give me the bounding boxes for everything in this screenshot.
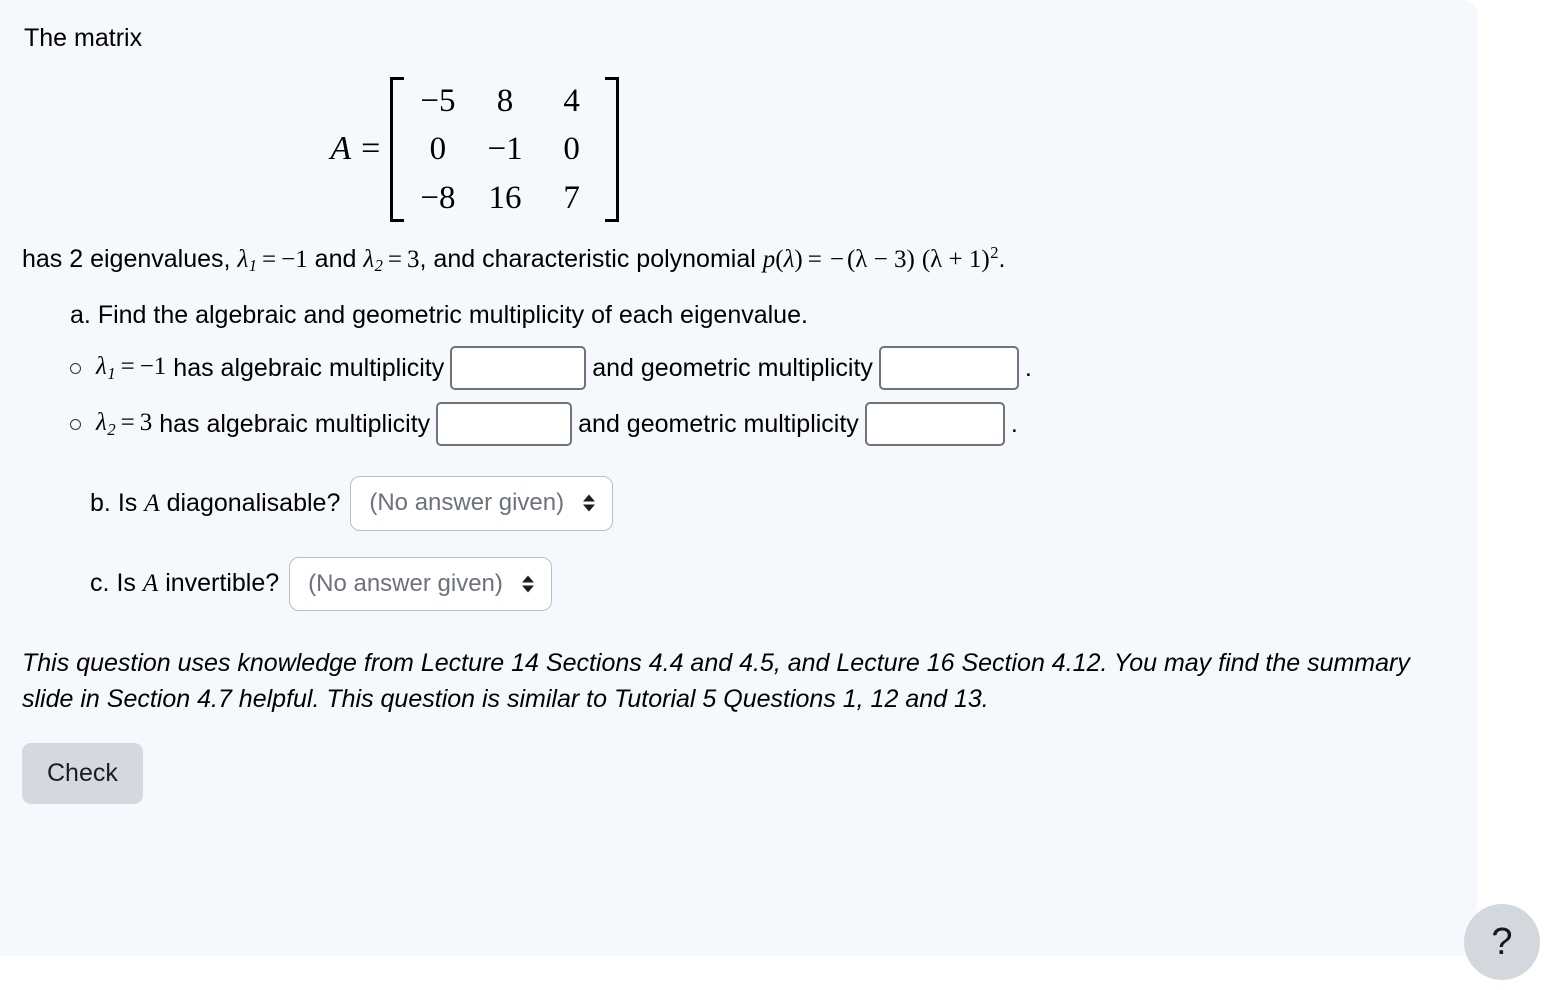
- bullet-1-text-algebraic: has algebraic multiplicity: [173, 353, 445, 382]
- part-b-matrix-symbol: A: [144, 489, 160, 517]
- bullet-1-equals: =: [120, 353, 135, 381]
- bullet-2-lambda-subscript: 2: [107, 419, 116, 439]
- poly-open-paren: (: [775, 245, 784, 273]
- bullet-1-lambda-subscript: 1: [107, 363, 116, 383]
- matrix-cell: −5: [420, 83, 456, 119]
- lambda1-symbol: λ: [237, 245, 249, 273]
- list-item: λ1 = −1 has algebraic multiplicity and geo…: [70, 346, 1447, 391]
- matrix-row: 0 −1 0: [404, 125, 604, 173]
- matrix-lhs-symbol: A: [330, 130, 352, 168]
- page-root: The matrix A = −5 8 4 0 −1 0 −8 16 7 has…: [0, 0, 1558, 990]
- matrix-equation: A = −5 8 4 0 −1 0 −8 16 7: [330, 77, 619, 222]
- bullet-2-value: 3: [139, 409, 153, 437]
- matrix-cell: 7: [563, 179, 580, 216]
- part-c-label: c.: [90, 569, 110, 598]
- matrix-right-bracket: [604, 77, 619, 222]
- matrix-cell: 0: [563, 131, 580, 168]
- eigen-text-part1: has 2 eigenvalues,: [22, 244, 238, 273]
- bullet-1-lambda: λ1 = −1: [96, 352, 166, 384]
- lambda2-subscript: 2: [374, 256, 383, 276]
- invertible-select[interactable]: (No answer given) Yes No: [289, 556, 553, 611]
- eigen-text-and: and: [307, 244, 364, 273]
- bullet-2-equals: =: [120, 409, 135, 437]
- lambda1-value: −1: [281, 245, 308, 273]
- lambda2-value: 3: [407, 245, 420, 273]
- part-c-question: c. Is A invertible? (No answer given) Ye…: [90, 556, 1447, 611]
- multiplicity-list: λ1 = −1 has algebraic multiplicity and geo…: [22, 346, 1447, 447]
- lambda1-subscript: 1: [248, 256, 258, 276]
- part-c-matrix-symbol: A: [142, 570, 159, 598]
- list-item: λ2 = 3 has algebraic multiplicity and geom…: [70, 402, 1447, 447]
- bullet-2-text-algebraic: has algebraic multiplicity: [159, 409, 431, 438]
- part-c-prefix: Is: [116, 569, 136, 598]
- invertible-select-wrapper: (No answer given) Yes No: [289, 556, 553, 611]
- geometric-multiplicity-input-lambda2[interactable]: [864, 402, 1005, 447]
- matrix-cell: 8: [496, 83, 514, 119]
- poly-lambda: λ: [783, 245, 795, 273]
- check-button[interactable]: Check: [22, 742, 143, 804]
- matrix-body: −5 8 4 0 −1 0 −8 16 7: [404, 77, 604, 222]
- matrix-row: −8 16 7: [404, 174, 604, 222]
- question-panel: The matrix A = −5 8 4 0 −1 0 −8 16 7 has…: [0, 0, 1477, 956]
- part-b-suffix: diagonalisable?: [166, 488, 341, 517]
- lambda2-equals: =: [387, 245, 403, 273]
- bullet-circle-icon: [70, 418, 81, 430]
- poly-p-symbol: p: [762, 245, 776, 273]
- part-b-question: b. Is A diagonalisable? (No answer given…: [90, 476, 1447, 531]
- matrix-cell: 16: [488, 179, 522, 216]
- intro-text: The matrix: [24, 24, 143, 52]
- geometric-multiplicity-input-lambda1[interactable]: [878, 346, 1019, 391]
- poly-minus: −: [829, 245, 844, 273]
- eigen-text-part2: , and characteristic polynomial: [419, 244, 763, 273]
- matrix-cell: −1: [487, 131, 523, 168]
- bullet-1-text-geometric: and geometric multiplicity: [592, 353, 873, 382]
- matrix-left-bracket: [390, 77, 405, 222]
- matrix-cell: −8: [420, 179, 456, 216]
- matrix-cell: 0: [429, 131, 447, 168]
- matrix-display: A = −5 8 4 0 −1 0 −8 16 7: [22, 77, 1447, 222]
- matrix-equals-sign: =: [361, 130, 381, 168]
- part-a-label: a.: [70, 301, 91, 330]
- algebraic-multiplicity-input-lambda1[interactable]: [450, 346, 587, 391]
- lambda1-expression: λ1 = −1: [237, 245, 308, 276]
- poly-equals: =: [807, 245, 822, 273]
- poly-factor-2: (λ + 1): [921, 245, 990, 273]
- diagonalisable-select-wrapper: (No answer given) Yes No: [350, 476, 614, 531]
- algebraic-multiplicity-input-lambda2[interactable]: [436, 402, 573, 447]
- lambda1-equals: =: [262, 245, 277, 273]
- part-a-question: a. Find the algebraic and geometric mult…: [70, 299, 1447, 332]
- diagonalisable-select[interactable]: (No answer given) Yes No: [350, 476, 614, 531]
- lambda2-expression: λ2 = 3: [363, 245, 420, 276]
- bullet-1-lambda-symbol: λ: [96, 353, 107, 381]
- help-button[interactable]: ?: [1464, 904, 1540, 980]
- bullet-2-trailing-period: .: [1010, 409, 1018, 438]
- bullet-2-lambda: λ2 = 3: [96, 408, 152, 440]
- part-b-label: b.: [90, 488, 111, 517]
- poly-factor-1: (λ − 3): [846, 245, 915, 273]
- part-b-prefix: Is: [117, 488, 138, 517]
- eigenvalue-sentence: has 2 eigenvalues, λ1 = −1 and λ2 = 3, and c…: [22, 242, 1447, 277]
- char-polynomial-expression: p(λ) = − (λ − 3) (λ + 1)2: [762, 243, 999, 273]
- lambda2-symbol: λ: [363, 245, 375, 273]
- bullet-1-value: −1: [139, 353, 167, 381]
- bullet-2-lambda-symbol: λ: [96, 409, 107, 437]
- reference-note: This question uses knowledge from Lectur…: [22, 648, 1410, 713]
- bullet-1-trailing-period: .: [1024, 353, 1032, 382]
- poly-period: .: [998, 244, 1006, 273]
- bullet-2-text-geometric: and geometric multiplicity: [578, 409, 859, 438]
- matrix-row: −5 8 4: [404, 77, 604, 125]
- part-c-suffix: invertible?: [165, 569, 280, 598]
- matrix-cell: 4: [563, 83, 580, 119]
- bullet-circle-icon: [70, 362, 81, 374]
- poly-close-paren: ): [794, 245, 803, 273]
- part-a-text: Find the algebraic and geometric multipl…: [97, 301, 808, 330]
